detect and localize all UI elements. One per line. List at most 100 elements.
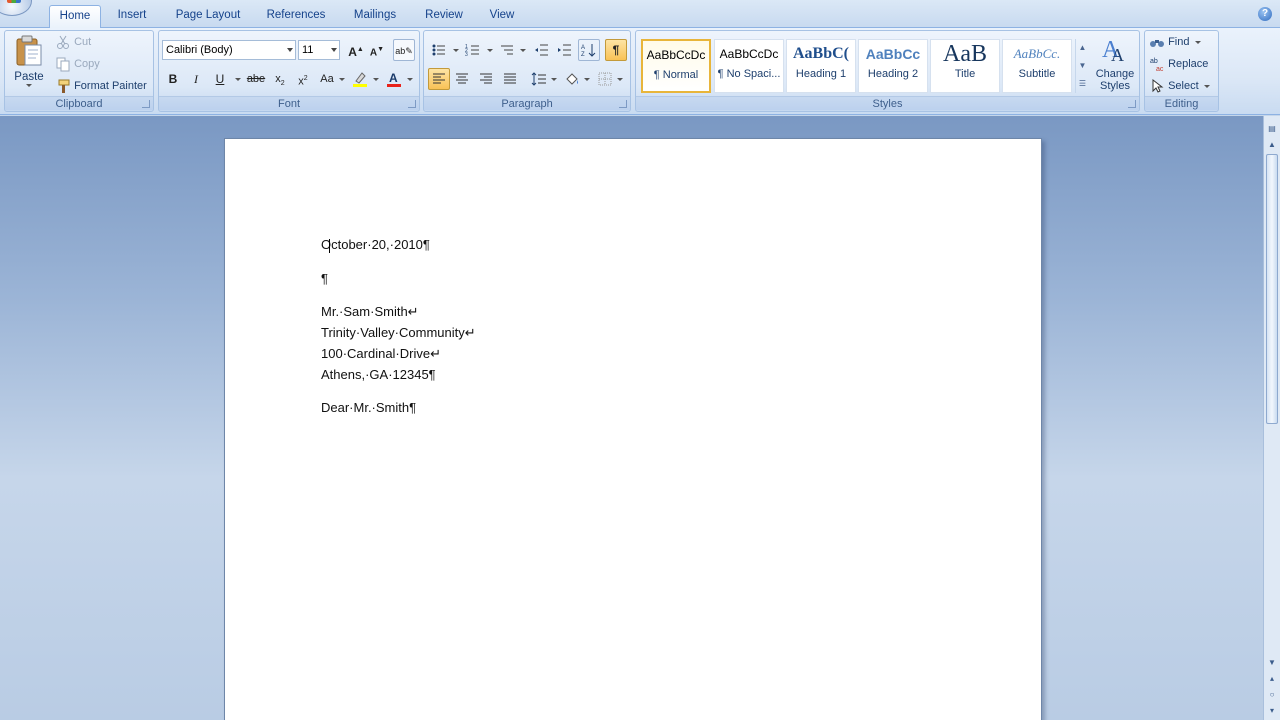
superscript-button[interactable]: x2	[292, 68, 314, 90]
align-left-button[interactable]	[428, 68, 450, 90]
justify-icon	[504, 73, 516, 84]
line-spacing-button[interactable]	[528, 68, 550, 90]
shading-dropdown-icon[interactable]	[584, 78, 590, 81]
letter-address-name[interactable]: Mr.·Sam·Smith↵	[321, 304, 419, 320]
tab-home[interactable]: Home	[49, 5, 101, 28]
copy-icon	[55, 56, 71, 72]
copy-button[interactable]: Copy	[55, 54, 100, 74]
replace-button[interactable]: ab ac Replace	[1149, 54, 1208, 74]
tab-review[interactable]: Review	[418, 5, 470, 28]
letter-date[interactable]: October·20,·2010¶	[321, 237, 430, 252]
style-sample: AaBbC(	[792, 45, 849, 62]
underline-button[interactable]: U	[209, 68, 231, 90]
font-name-combo[interactable]: Calibri (Body)	[162, 40, 296, 60]
gallery-up-icon[interactable]: ▲	[1076, 39, 1089, 57]
strikethrough-button[interactable]: abe	[245, 68, 267, 90]
select-dropdown-icon[interactable]	[1203, 84, 1210, 88]
bullets-dropdown-icon[interactable]	[453, 49, 459, 52]
align-right-button[interactable]	[475, 68, 497, 90]
decrease-indent-button[interactable]	[530, 39, 552, 61]
highlight-dropdown-icon[interactable]	[373, 78, 379, 81]
paste-button[interactable]: Paste	[9, 33, 49, 95]
find-dropdown-icon[interactable]	[1194, 40, 1201, 44]
cut-button[interactable]: Cut	[55, 32, 91, 52]
gallery-down-icon[interactable]: ▼	[1076, 57, 1089, 75]
multilevel-list-button[interactable]	[496, 39, 518, 61]
bullets-button[interactable]	[428, 39, 450, 61]
line-spacing-dropdown-icon[interactable]	[551, 78, 557, 81]
decrease-indent-icon	[535, 44, 548, 56]
style-sample: AaBbCcDc	[646, 48, 706, 62]
document-page[interactable]: October·20,·2010¶ ¶ Mr.·Sam·Smith↵ Trini…	[224, 138, 1042, 720]
align-center-button[interactable]	[451, 68, 473, 90]
tab-references[interactable]: References	[258, 5, 334, 28]
clipboard-dialog-launcher-icon[interactable]	[142, 100, 150, 108]
help-icon[interactable]: ?	[1258, 7, 1272, 21]
paste-label: Paste	[14, 71, 44, 83]
style-no-spacing[interactable]: AaBbCcDc ¶ No Spaci...	[714, 39, 784, 93]
style-heading-1[interactable]: AaBbC( Heading 1	[786, 39, 856, 93]
change-styles-button[interactable]: AA Change Styles	[1092, 33, 1138, 95]
font-color-button[interactable]: A	[383, 68, 405, 90]
select-button[interactable]: Select	[1149, 76, 1210, 96]
format-painter-label: Format Painter	[74, 80, 147, 92]
ruler-toggle-icon[interactable]: ▤	[1265, 122, 1279, 136]
underline-dropdown-icon[interactable]	[235, 78, 241, 81]
font-dialog-launcher-icon[interactable]	[408, 100, 416, 108]
letter-blank-paragraph[interactable]: ¶	[321, 271, 328, 286]
style-normal[interactable]: AaBbCcDc ¶ Normal	[641, 39, 711, 93]
find-button[interactable]: Find	[1149, 32, 1201, 52]
highlight-button[interactable]	[349, 68, 371, 90]
grow-font-button[interactable]: A▲	[345, 39, 367, 61]
justify-button[interactable]	[499, 68, 521, 90]
borders-button[interactable]	[594, 68, 616, 90]
clear-formatting-button[interactable]: ab✎	[393, 39, 415, 61]
office-button[interactable]	[0, 0, 32, 16]
svg-text:ab: ab	[1150, 58, 1158, 65]
browse-object-icon[interactable]: ○	[1265, 688, 1279, 702]
change-case-button[interactable]: Aa	[316, 68, 338, 90]
style-heading-2[interactable]: AaBbCc Heading 2	[858, 39, 928, 93]
letter-address-city[interactable]: Athens,·GA·12345¶	[321, 367, 436, 382]
style-sample: AaBbCcDc	[719, 47, 779, 61]
bold-button[interactable]: B	[162, 68, 184, 90]
style-title[interactable]: AaB Title	[930, 39, 1000, 93]
tab-view[interactable]: View	[480, 5, 524, 28]
chevron-down-icon	[287, 48, 293, 52]
font-size-combo[interactable]: 11	[298, 40, 340, 60]
clear-formatting-icon: ab✎	[395, 46, 413, 56]
shrink-font-button[interactable]: A▼	[366, 39, 388, 61]
scroll-thumb[interactable]	[1266, 154, 1278, 424]
subscript-button[interactable]: x2	[269, 68, 291, 90]
scroll-up-icon[interactable]: ▲	[1265, 138, 1279, 152]
paragraph-group: 123 AZ ¶ Paragraph	[423, 30, 631, 112]
letter-greeting[interactable]: Dear·Mr.·Smith¶	[321, 400, 416, 415]
letter-address-org[interactable]: Trinity·Valley·Community↵	[321, 325, 476, 341]
previous-page-icon[interactable]: ▴	[1265, 672, 1279, 686]
sort-button[interactable]: AZ	[578, 39, 600, 61]
font-color-dropdown-icon[interactable]	[407, 78, 413, 81]
numbering-button[interactable]: 123	[462, 39, 484, 61]
increase-indent-button[interactable]	[553, 39, 575, 61]
paste-dropdown-icon[interactable]	[26, 84, 32, 87]
tab-mailings[interactable]: Mailings	[344, 5, 406, 28]
next-page-icon[interactable]: ▾	[1265, 704, 1279, 718]
style-subtitle[interactable]: AaBbCc. Subtitle	[1002, 39, 1072, 93]
italic-button[interactable]: I	[185, 68, 207, 90]
scissors-icon	[55, 34, 71, 50]
paragraph-dialog-launcher-icon[interactable]	[619, 100, 627, 108]
change-case-dropdown-icon[interactable]	[339, 78, 345, 81]
shading-button[interactable]	[561, 68, 583, 90]
multilevel-dropdown-icon[interactable]	[520, 49, 526, 52]
styles-dialog-launcher-icon[interactable]	[1128, 100, 1136, 108]
format-painter-button[interactable]: Format Painter	[55, 76, 147, 96]
numbering-dropdown-icon[interactable]	[487, 49, 493, 52]
borders-dropdown-icon[interactable]	[617, 78, 623, 81]
scroll-down-icon[interactable]: ▼	[1265, 656, 1279, 670]
show-hide-formatting-button[interactable]: ¶	[605, 39, 627, 61]
tab-insert[interactable]: Insert	[107, 5, 157, 28]
tab-page-layout[interactable]: Page Layout	[166, 5, 250, 28]
vertical-scrollbar[interactable]: ▤ ▲ ▼ ▴ ○ ▾	[1263, 116, 1280, 720]
letter-address-street[interactable]: 100·Cardinal·Drive↵	[321, 346, 441, 362]
gallery-more-icon[interactable]: ☰	[1076, 75, 1089, 93]
